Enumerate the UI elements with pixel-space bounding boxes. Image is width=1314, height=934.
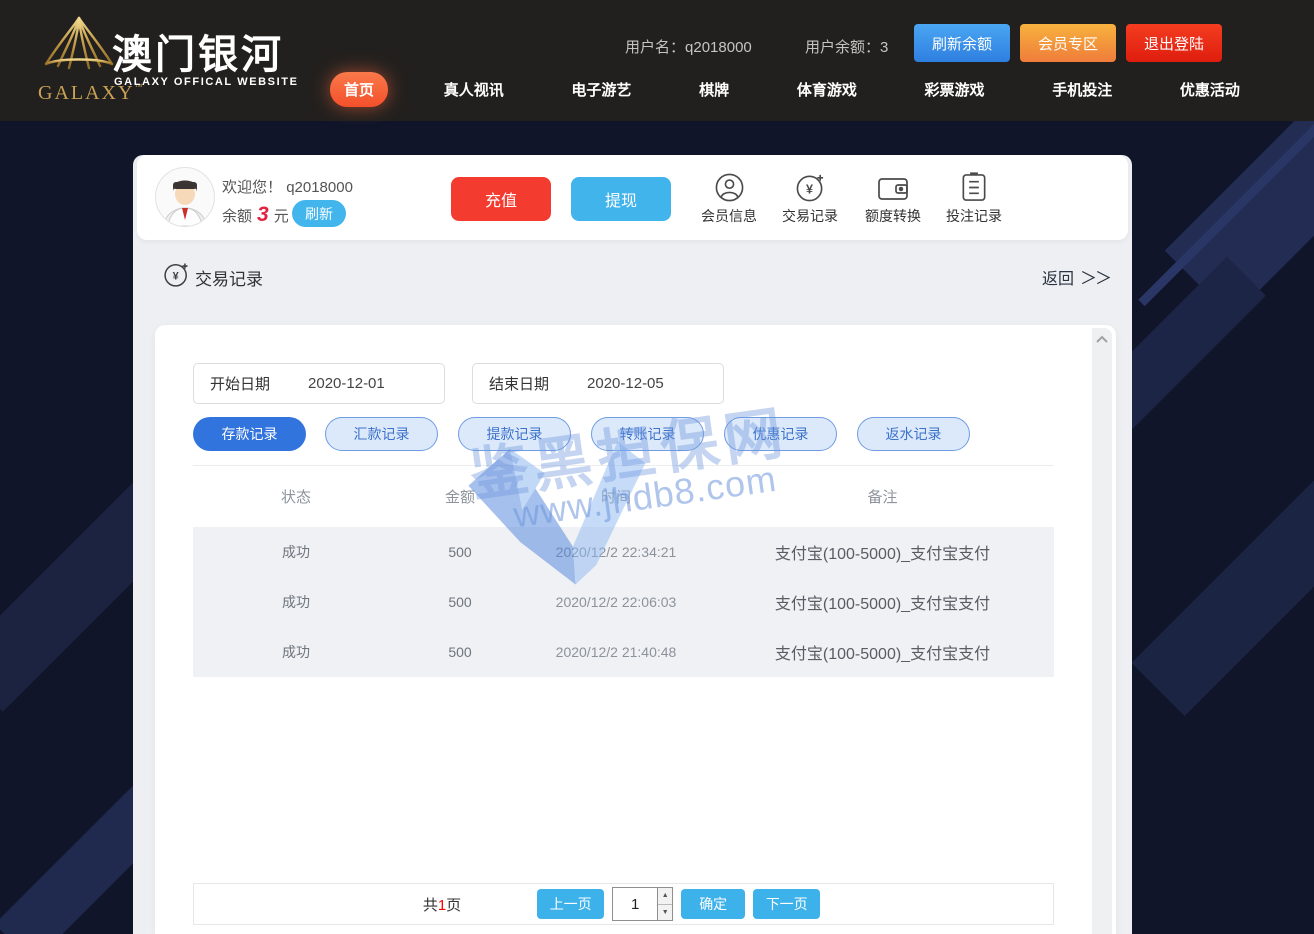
end-date-picker[interactable]: 结束日期 2020-12-05 — [472, 363, 724, 404]
cell-time: 2020/12/2 22:06:03 — [521, 594, 711, 610]
deposit-button[interactable]: 充值 — [451, 177, 551, 221]
cell-remark: 支付宝(100-5000)_支付宝支付 — [711, 590, 1054, 614]
quick-link-bet-records[interactable]: 投注记录 — [943, 169, 1005, 226]
user-card: 欢迎您！ q2018000 余额 3 元 刷新 充值 提现 会员信息 — [137, 155, 1128, 240]
spinner-down-icon[interactable]: ▼ — [658, 905, 672, 921]
cell-time: 2020/12/2 22:34:21 — [521, 544, 711, 560]
transaction-record-icon: ¥ — [163, 261, 190, 293]
page-number-stepper: ▲ ▼ — [657, 888, 672, 920]
vip-zone-button[interactable]: 会员专区 — [1020, 24, 1116, 62]
cell-remark: 支付宝(100-5000)_支付宝支付 — [711, 540, 1054, 564]
page-number-input[interactable] — [613, 888, 657, 920]
balance-line: 余额 3 元 — [222, 203, 289, 227]
cell-amount: 500 — [399, 644, 521, 660]
pagination-bar: 共1页 上一页 ▲ ▼ 确定 下一页 — [193, 883, 1054, 925]
welcome-text: 欢迎您！ q2018000 — [222, 176, 353, 197]
table-row: 成功 500 2020/12/2 22:34:21 支付宝(100-5000)_… — [193, 527, 1054, 577]
cell-status: 成功 — [193, 592, 399, 612]
quick-link-credit-transfer[interactable]: 额度转换 — [862, 169, 924, 226]
table-row: 成功 500 2020/12/2 22:06:03 支付宝(100-5000)_… — [193, 577, 1054, 627]
svg-text:¥: ¥ — [173, 271, 180, 283]
nav-promotions[interactable]: 优惠活动 — [1168, 72, 1252, 107]
cell-status: 成功 — [193, 642, 399, 662]
svg-text:¥: ¥ — [806, 182, 813, 196]
nav-slots[interactable]: 电子游艺 — [559, 72, 643, 107]
tab-deposit-records[interactable]: 存款记录 — [193, 417, 306, 451]
nav-home[interactable]: 首页 — [330, 72, 388, 107]
next-page-button[interactable]: 下一页 — [753, 889, 820, 919]
chevron-up-icon — [1096, 335, 1108, 343]
section-header: ¥ 交易记录 返回 ＞＞ — [133, 240, 1132, 325]
withdraw-button[interactable]: 提现 — [571, 177, 671, 221]
col-amount: 金额 — [399, 486, 521, 507]
galaxy-fan-icon — [38, 10, 120, 78]
cell-amount: 500 — [399, 594, 521, 610]
table-body: 成功 500 2020/12/2 22:34:21 支付宝(100-5000)_… — [193, 527, 1054, 677]
person-avatar-icon — [156, 168, 214, 226]
clipboard-icon — [943, 169, 1005, 203]
tab-transfer-records[interactable]: 转账记录 — [591, 417, 704, 451]
start-date-picker[interactable]: 开始日期 2020-12-01 — [193, 363, 445, 404]
main-container: 欢迎您！ q2018000 余额 3 元 刷新 充值 提现 会员信息 — [133, 155, 1132, 934]
refresh-balance-button[interactable]: 刷新余额 — [914, 24, 1010, 62]
table-row: 成功 500 2020/12/2 21:40:48 支付宝(100-5000)_… — [193, 627, 1054, 677]
balance-text: 用户余额：3 — [805, 36, 888, 57]
end-date-value: 2020-12-05 — [587, 375, 664, 392]
member-info-icon — [698, 169, 760, 203]
nav-sports[interactable]: 体育游戏 — [785, 72, 869, 107]
cell-time: 2020/12/2 21:40:48 — [521, 644, 711, 660]
nav-chess[interactable]: 棋牌 — [687, 72, 741, 107]
records-panel: 开始日期 2020-12-01 结束日期 2020-12-05 存款记录 汇款记… — [155, 325, 1116, 934]
col-status: 状态 — [193, 486, 399, 507]
brand-cn-title: 澳门银河 — [112, 22, 284, 80]
quick-link-member-info[interactable]: 会员信息 — [698, 169, 760, 226]
total-pages: 1 — [438, 897, 446, 914]
nav-mobile-bet[interactable]: 手机投注 — [1040, 72, 1124, 107]
wallet-icon — [862, 169, 924, 203]
cell-remark: 支付宝(100-5000)_支付宝支付 — [711, 640, 1054, 664]
page-number-box: ▲ ▼ — [612, 887, 673, 921]
tab-promo-records[interactable]: 优惠记录 — [724, 417, 837, 451]
refresh-pill-button[interactable]: 刷新 — [292, 200, 346, 227]
table-header-row: 状态 金额 时间 备注 — [193, 475, 1054, 517]
tab-remittance-records[interactable]: 汇款记录 — [325, 417, 438, 451]
header: GALAXY™ 澳门银河 GALAXY OFFICAL WEBSITE 用户名：… — [0, 0, 1314, 121]
bg-parallelogram — [1132, 479, 1314, 716]
section-title: 交易记录 — [195, 265, 263, 290]
confirm-page-button[interactable]: 确定 — [681, 889, 745, 919]
start-date-value: 2020-12-01 — [308, 375, 385, 392]
main-nav: 首页 真人视讯 电子游艺 棋牌 体育游戏 彩票游戏 手机投注 优惠活动 — [330, 70, 1252, 108]
double-chevron-right-icon: ＞＞ — [1080, 264, 1110, 289]
nav-live-casino[interactable]: 真人视讯 — [432, 72, 516, 107]
transaction-record-icon: ¥ — [779, 169, 841, 203]
spinner-up-icon[interactable]: ▲ — [658, 888, 672, 905]
divider — [193, 465, 1054, 466]
username-text: 用户名：q2018000 — [625, 36, 752, 57]
page: GALAXY™ 澳门银河 GALAXY OFFICAL WEBSITE 用户名：… — [0, 0, 1314, 934]
col-time: 时间 — [521, 486, 711, 507]
tab-withdrawal-records[interactable]: 提款记录 — [458, 417, 571, 451]
back-link[interactable]: 返回 ＞＞ — [1042, 264, 1110, 289]
quick-link-transactions[interactable]: ¥ 交易记录 — [779, 169, 841, 226]
brand-tagline: GALAXY OFFICAL WEBSITE — [114, 76, 299, 88]
cell-status: 成功 — [193, 542, 399, 562]
col-remark: 备注 — [711, 486, 1054, 507]
logout-button[interactable]: 退出登陆 — [1126, 24, 1222, 62]
cell-amount: 500 — [399, 544, 521, 560]
tab-rebate-records[interactable]: 返水记录 — [857, 417, 970, 451]
balance-amount: 3 — [257, 203, 269, 227]
nav-lottery[interactable]: 彩票游戏 — [913, 72, 997, 107]
avatar[interactable] — [155, 167, 215, 227]
prev-page-button[interactable]: 上一页 — [537, 889, 604, 919]
panel-scrollbar[interactable] — [1092, 328, 1112, 934]
page-total-text: 共1页 — [423, 894, 461, 915]
